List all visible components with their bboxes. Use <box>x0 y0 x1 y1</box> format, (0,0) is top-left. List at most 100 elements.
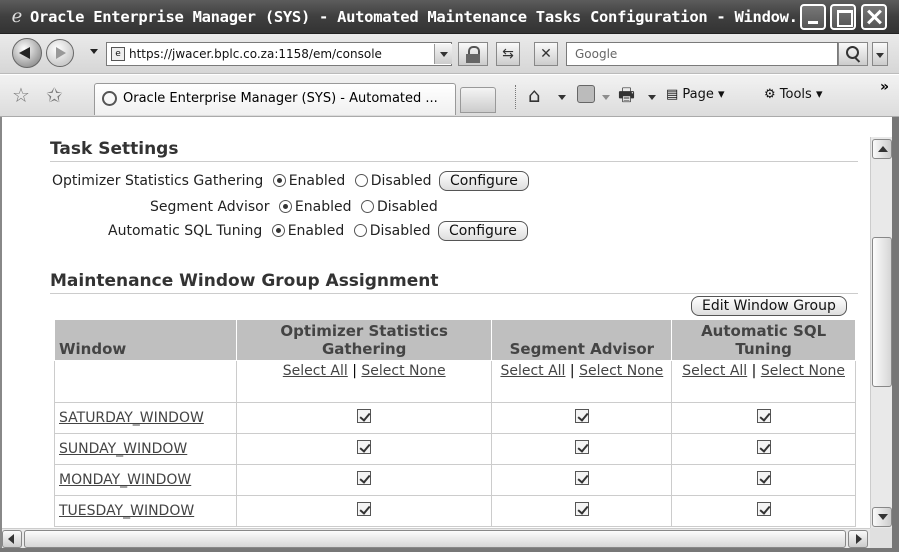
horizontal-scrollbar[interactable] <box>2 528 892 548</box>
table-row: SATURDAY_WINDOW <box>54 402 856 434</box>
sql-tuning-checkbox[interactable] <box>756 471 771 485</box>
search-input[interactable]: Google <box>566 42 838 66</box>
window-frame-bottom <box>0 548 899 552</box>
tools-menu[interactable]: ⚙ Tools ▾ <box>764 87 823 102</box>
table-header-row: Window Optimizer Statistics Gathering Se… <box>54 319 856 361</box>
home-icon[interactable]: ⌂ <box>528 83 541 107</box>
print-icon[interactable]: 🖶 <box>618 83 635 113</box>
scroll-left-button[interactable] <box>2 530 22 548</box>
vertical-scroll-thumb[interactable] <box>872 237 892 387</box>
feeds-icon[interactable] <box>577 85 595 103</box>
disabled-radio[interactable] <box>353 224 367 237</box>
column-header-sql-tuning: Automatic SQL Tuning <box>671 319 856 361</box>
segment-advisor-checkbox[interactable] <box>574 471 589 485</box>
address-dropdown-button[interactable] <box>434 44 452 64</box>
configure-button[interactable]: Configure <box>438 221 528 241</box>
link-separator: | <box>352 363 357 379</box>
refresh-button[interactable]: ⇆ <box>496 42 520 66</box>
select-links-row: Select All | Select None Select All | Se… <box>54 360 856 403</box>
forward-button[interactable] <box>46 39 74 67</box>
segment-advisor-checkbox[interactable] <box>574 502 589 516</box>
disabled-radio[interactable] <box>360 200 374 213</box>
new-tab-button[interactable] <box>460 87 496 113</box>
ie-icon: ℯ <box>11 5 23 27</box>
more-commands-icon[interactable]: » <box>880 79 889 95</box>
window-frame-right <box>892 117 899 552</box>
scroll-up-button[interactable] <box>872 139 892 159</box>
disabled-label: Disabled <box>376 199 438 215</box>
close-button[interactable] <box>861 4 887 30</box>
select-all-link[interactable]: Select All <box>500 363 565 379</box>
scroll-right-button[interactable] <box>848 530 868 548</box>
setting-row-optimizer: Optimizer Statistics Gathering Enabled D… <box>52 171 529 191</box>
minimize-button[interactable] <box>800 4 826 30</box>
maximize-button[interactable] <box>830 4 856 30</box>
select-all-link[interactable]: Select All <box>283 363 348 379</box>
favorites-star-icon[interactable]: ☆ <box>12 83 30 107</box>
history-dropdown-icon[interactable] <box>90 49 98 54</box>
segment-advisor-checkbox[interactable] <box>574 440 589 454</box>
setting-row-segment-advisor: Segment Advisor Enabled Disabled <box>150 199 438 215</box>
page-menu[interactable]: ▤ Page ▾ <box>666 87 725 102</box>
enabled-label: Enabled <box>294 199 352 215</box>
setting-row-sql-tuning: Automatic SQL Tuning Enabled Disabled Co… <box>108 221 528 241</box>
navigation-bar: e https://jwacer.bplc.co.za:1158/em/cons… <box>0 34 899 74</box>
tab-label: Oracle Enterprise Manager (SYS) - Automa… <box>123 91 438 106</box>
disabled-radio[interactable] <box>354 174 368 187</box>
page-menu-label: Page <box>682 87 714 102</box>
page-icon: e <box>111 47 125 61</box>
window-title: Oracle Enterprise Manager (SYS) - Automa… <box>30 7 816 26</box>
section-divider <box>50 161 858 162</box>
sql-tuning-checkbox[interactable] <box>756 440 771 454</box>
optimizer-checkbox[interactable] <box>357 440 372 454</box>
column-header-segment-advisor: Segment Advisor <box>491 319 673 361</box>
scrollbar-corner <box>870 528 892 548</box>
sql-tuning-checkbox[interactable] <box>756 409 771 423</box>
home-dropdown-icon[interactable] <box>558 95 566 100</box>
vertical-scrollbar[interactable] <box>870 137 892 529</box>
optimizer-checkbox[interactable] <box>357 471 372 485</box>
column-header-window: Window <box>54 319 237 361</box>
search-options-dropdown[interactable] <box>872 42 888 66</box>
select-all-link[interactable]: Select All <box>682 363 747 379</box>
window-link[interactable]: SATURDAY_WINDOW <box>59 410 204 426</box>
horizontal-scroll-thumb[interactable] <box>24 530 846 548</box>
scroll-down-button[interactable] <box>872 507 892 527</box>
window-link[interactable]: SUNDAY_WINDOW <box>59 441 187 457</box>
enabled-radio[interactable] <box>278 200 292 213</box>
tools-menu-label: Tools <box>779 87 812 102</box>
disabled-label: Disabled <box>369 223 431 239</box>
search-icon[interactable] <box>838 42 868 66</box>
lock-icon[interactable] <box>458 42 488 66</box>
link-separator: | <box>569 363 575 379</box>
enabled-label: Enabled <box>287 223 345 239</box>
select-none-link[interactable]: Select None <box>579 363 663 379</box>
edit-window-group-button[interactable]: Edit Window Group <box>691 296 847 316</box>
page-content: Task Settings Optimizer Statistics Gathe… <box>2 137 870 527</box>
sql-tuning-checkbox[interactable] <box>756 502 771 516</box>
link-separator: | <box>751 363 757 379</box>
select-none-link[interactable]: Select None <box>361 363 445 379</box>
setting-label: Segment Advisor <box>150 199 270 215</box>
add-favorites-icon[interactable]: ✩ <box>46 83 63 107</box>
optimizer-checkbox[interactable] <box>357 502 372 516</box>
segment-advisor-checkbox[interactable] <box>574 409 589 423</box>
select-none-link[interactable]: Select None <box>761 363 845 379</box>
back-button[interactable] <box>12 38 42 68</box>
window-link[interactable]: MONDAY_WINDOW <box>59 472 191 488</box>
window-link[interactable]: TUESDAY_WINDOW <box>59 503 194 519</box>
enabled-radio[interactable] <box>271 224 285 237</box>
enabled-radio[interactable] <box>272 174 286 187</box>
address-field[interactable]: e https://jwacer.bplc.co.za:1158/em/cons… <box>106 42 452 66</box>
task-settings-heading: Task Settings <box>50 139 179 159</box>
enabled-label: Enabled <box>288 173 346 189</box>
configure-button[interactable]: Configure <box>439 171 529 191</box>
window-frame-left <box>0 117 2 552</box>
browser-tab[interactable]: Oracle Enterprise Manager (SYS) - Automa… <box>94 83 456 115</box>
optimizer-checkbox[interactable] <box>357 409 372 423</box>
setting-label: Optimizer Statistics Gathering <box>52 173 264 189</box>
feeds-dropdown-icon[interactable] <box>602 95 610 100</box>
stop-button[interactable]: ✕ <box>534 42 558 66</box>
url-text: https://jwacer.bplc.co.za:1158/em/consol… <box>129 47 382 61</box>
print-dropdown-icon[interactable] <box>648 95 656 100</box>
